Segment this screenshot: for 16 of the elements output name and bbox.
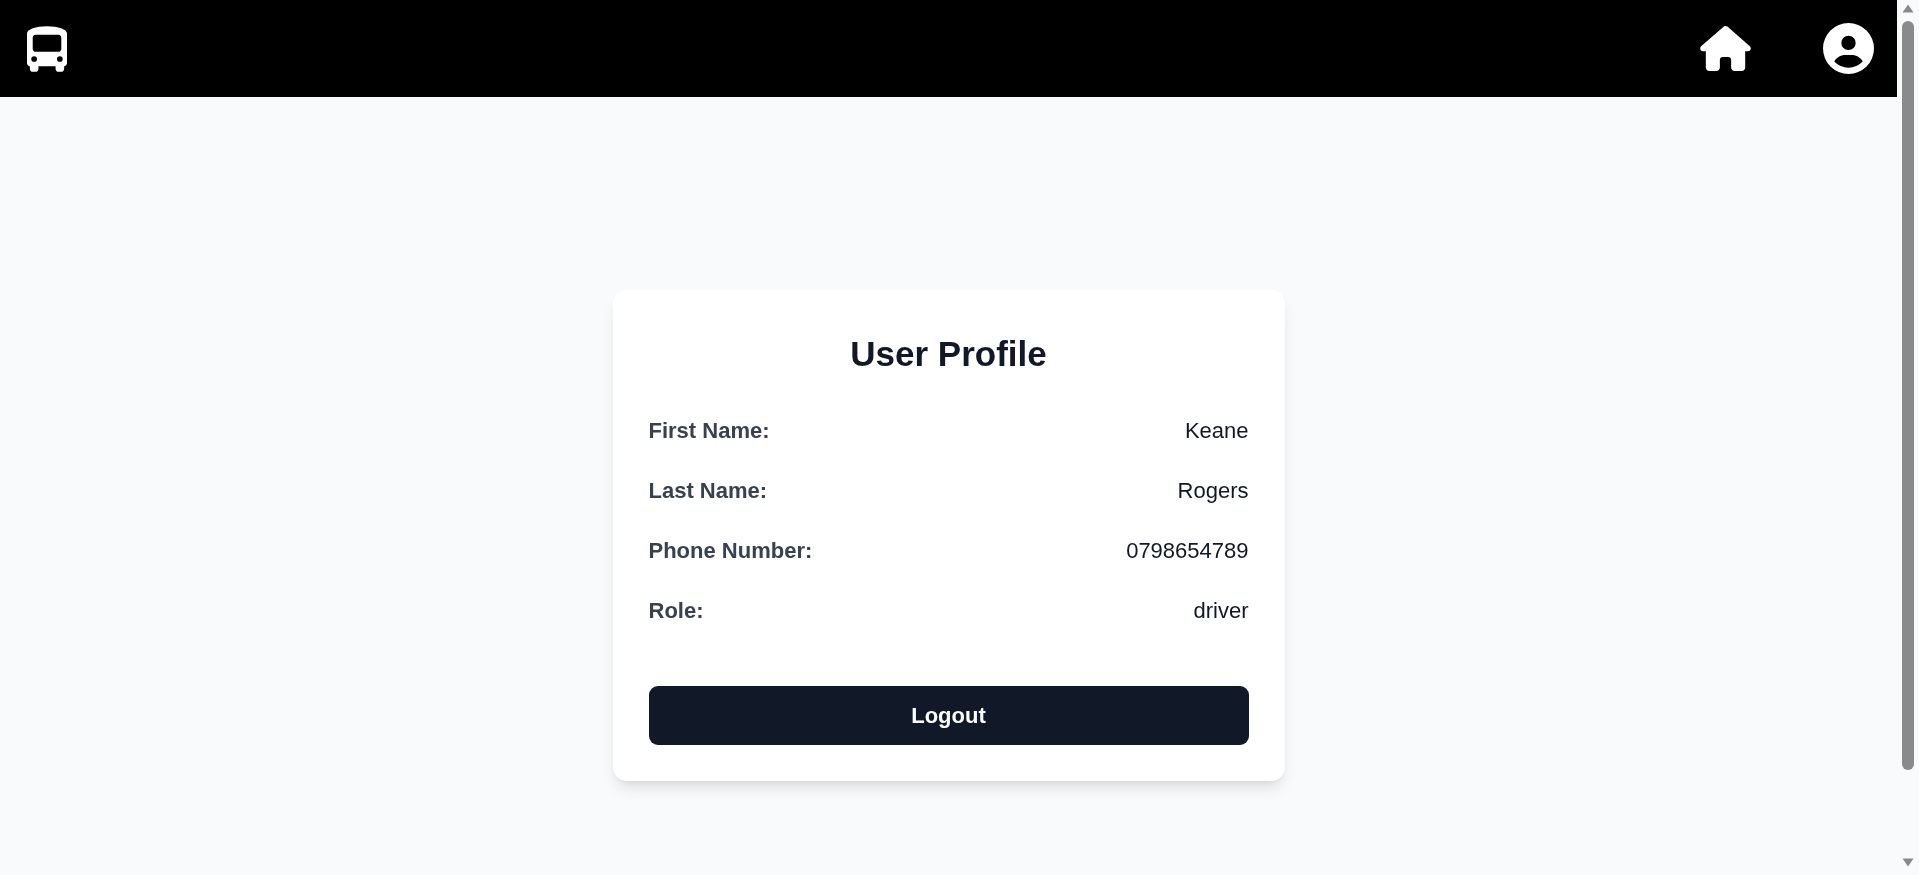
field-value: Keane <box>1184 417 1249 445</box>
field-label: Last Name: <box>648 477 768 505</box>
scroll-up-arrow-icon[interactable] <box>1902 4 1914 13</box>
scroll-down-arrow-icon[interactable] <box>1902 858 1914 867</box>
field-value: Rogers <box>1177 477 1249 505</box>
field-label: Phone Number: <box>648 537 813 565</box>
logout-button[interactable]: Logout <box>648 686 1249 745</box>
user-profile-icon[interactable] <box>1823 23 1874 74</box>
bus-icon[interactable] <box>27 25 67 72</box>
scrollbar-thumb[interactable] <box>1902 21 1914 770</box>
field-label: Role: <box>648 597 704 625</box>
field-label: First Name: <box>648 417 770 445</box>
home-icon[interactable] <box>1700 26 1751 71</box>
field-value: 0798654789 <box>1126 537 1249 565</box>
field-value: driver <box>1193 597 1249 625</box>
profile-title: User Profile <box>850 333 1047 375</box>
